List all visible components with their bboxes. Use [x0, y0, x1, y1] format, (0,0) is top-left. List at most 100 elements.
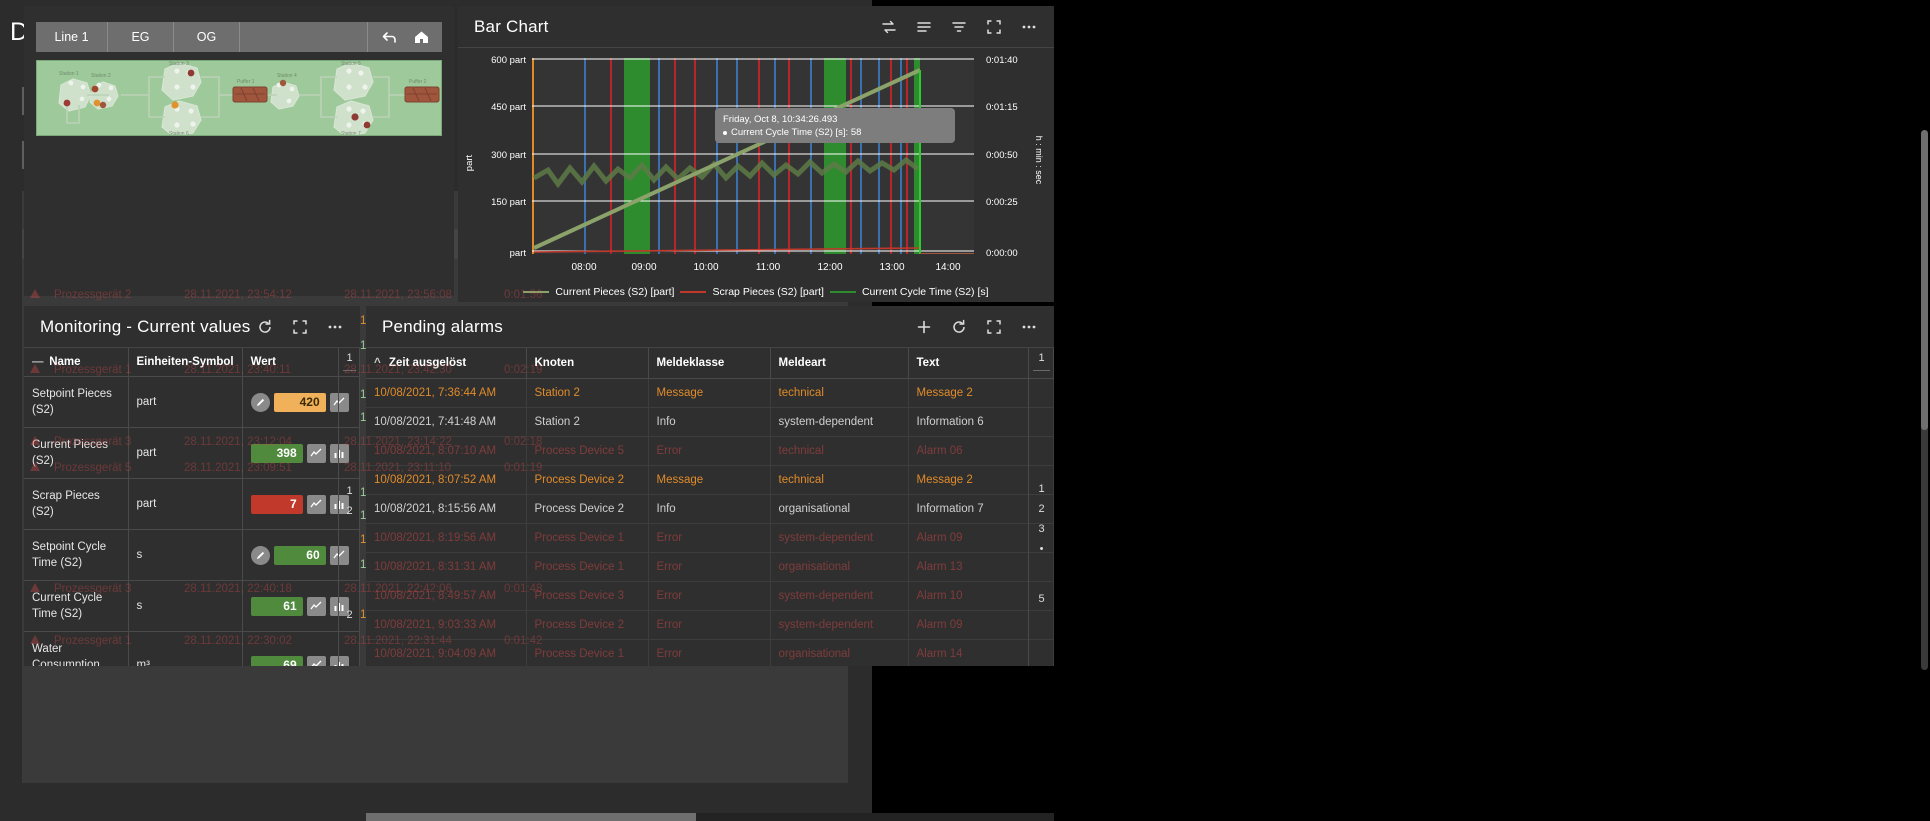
tooltip-series: Current Cycle Time (S2) [s]: 58 — [723, 126, 947, 139]
home-icon[interactable] — [412, 28, 430, 46]
svg-text:600 part: 600 part — [491, 55, 526, 66]
monitoring-body: Setpoint Pieces (S2) part 420 Current Piece… — [24, 376, 360, 666]
svg-text:0:01:15: 0:01:15 — [986, 102, 1018, 113]
plant-tab-og[interactable]: OG — [174, 22, 240, 52]
alarm-node: Process Device 2 — [526, 494, 649, 524]
svg-text:11:00: 11:00 — [756, 262, 781, 273]
alarms-header: Pending alarms — [366, 306, 1054, 348]
table-row[interactable]: Prozessgerät 1 28.11.2021, 22:30:02 28.11.… — [22, 628, 848, 654]
table-row[interactable]: Prozessgerät 3 28.11.2021, 23:12:04 28.11.… — [22, 429, 848, 455]
plant-tab-label: Line 1 — [54, 30, 89, 44]
fullscreen-icon[interactable] — [985, 18, 1003, 36]
svg-text:Puffer 1: Puffer 1 — [237, 79, 255, 85]
tooltip-series-dot — [723, 130, 727, 135]
svg-text:150 part: 150 part — [491, 197, 526, 208]
list-icon[interactable] — [915, 18, 933, 36]
archived-device: Prozessgerät 2 — [54, 289, 132, 301]
rail-number: 2 — [1038, 503, 1045, 515]
monitoring-value-pill: 60 — [273, 545, 326, 565]
archived-end: 28.11.2021, 22:42:06 — [344, 583, 452, 595]
table-row[interactable]: Setpoint Cycle Time (S2) s 60 — [24, 529, 360, 581]
svg-text:0:00:25: 0:00:25 — [986, 197, 1018, 208]
archived-duration: 0:01:48 — [504, 583, 543, 595]
alarms-rail: 1 1 2 3 • 5 — [1028, 348, 1054, 666]
archived-duration: 0:01:42 — [504, 635, 543, 647]
rail-number: 1 — [1038, 483, 1045, 495]
svg-text:Puffer 2: Puffer 2 — [409, 79, 427, 85]
plant-diagram[interactable]: Station 1 Station 2 Station 3 Station 6 St… — [36, 60, 442, 136]
plus-icon[interactable] — [915, 318, 933, 336]
archived-device: Prozessgerät 1 — [54, 364, 132, 376]
monitoring-header: Monitoring - Current values — [24, 306, 360, 348]
trend-line-icon[interactable] — [306, 494, 326, 514]
svg-text:h : min : sec: h : min : sec — [1034, 136, 1044, 185]
archived-device: Prozessgerät 5 — [54, 462, 132, 474]
alarm-class: Info — [648, 494, 771, 524]
archived-device: Prozessgerät 3 — [54, 583, 132, 595]
table-row[interactable]: Prozessgerät 2 28.11.2021, 23:54:12 28.11.… — [22, 282, 848, 308]
archived-extra — [598, 357, 848, 383]
edit-pencil-icon[interactable] — [250, 392, 270, 412]
edit-pencil-icon[interactable] — [250, 545, 270, 565]
table-row[interactable]: Prozessgerät 3 28.11.2021, 22:40:18 28.11.… — [22, 576, 848, 602]
plant-tabbar: Line 1 EG OG — [36, 22, 442, 52]
table-row[interactable]: 10/08/2021, 8:19:56 AM Process Device 1 Er… — [366, 523, 1054, 553]
swap-icon[interactable] — [880, 18, 898, 36]
archived-extra — [598, 576, 848, 602]
alarm-time: 10/08/2021, 8:19:56 AM — [366, 523, 527, 553]
rail-number: 2 — [346, 609, 353, 621]
svg-text:Station 7: Station 7 — [341, 131, 361, 136]
monitoring-title: Monitoring - Current values — [40, 316, 251, 336]
alarm-icon — [22, 429, 48, 455]
fullscreen-icon[interactable] — [985, 318, 1003, 336]
scrollbar-thumb[interactable] — [366, 813, 696, 821]
monitoring-row-unit: part — [128, 478, 243, 530]
plant-tab-line1[interactable]: Line 1 — [36, 22, 108, 52]
dashboard-root: Line 1 EG OG Station 1 Station 2 Station… — [0, 0, 1930, 821]
svg-text:450 part: 450 part — [491, 102, 526, 113]
svg-text:10:00: 10:00 — [693, 262, 718, 273]
svg-text:Station 2: Station 2 — [91, 73, 111, 79]
rail-number: 1 — [1038, 352, 1045, 364]
archived-table: ↕ ↕ ↕ ↕ iProzessgerät 428.11.2021, 23:58… — [22, 229, 848, 654]
more-icon[interactable] — [326, 318, 344, 336]
bar-chart-header: Bar Chart — [458, 6, 1054, 48]
table-row[interactable]: Setpoint Pieces (S2) part 420 — [24, 376, 360, 428]
monitoring-row-unit: part — [128, 376, 243, 428]
fullscreen-icon[interactable] — [291, 318, 309, 336]
alarm-icon — [22, 576, 48, 602]
svg-text:0:00:00: 0:00:00 — [986, 248, 1018, 259]
alarm-kind: organisational — [770, 494, 909, 524]
more-icon[interactable] — [1020, 18, 1038, 36]
refresh-icon[interactable] — [950, 318, 968, 336]
filter-icon[interactable] — [950, 18, 968, 36]
archived-end: 28.11.2021, 23:11:10 — [344, 462, 452, 474]
monitoring-row-name: Scrap Pieces (S2) — [24, 478, 129, 530]
table-row[interactable]: Prozessgerät 5 28.11.2021, 23:09:51 28.11.… — [22, 455, 848, 481]
scrollbar-thumb[interactable] — [1921, 130, 1928, 430]
svg-text:08:00: 08:00 — [571, 262, 596, 273]
plant-tab-eg[interactable]: EG — [108, 22, 174, 52]
monitoring-rail: 1 1 2 2 — [338, 348, 360, 666]
bar-chart-plot[interactable]: 600 part 450 part 300 part 150 part part… — [458, 48, 1054, 302]
trend-line-icon[interactable] — [306, 655, 326, 666]
more-icon[interactable] — [1020, 318, 1038, 336]
svg-text:Station 4: Station 4 — [277, 73, 297, 79]
table-row[interactable]: Prozessgerät 1 28.11.2021, 23:40:11 28.11.… — [22, 357, 848, 383]
table-row[interactable]: Scrap Pieces (S2) part 7 — [24, 478, 360, 530]
alarm-class: Error — [648, 523, 771, 553]
alarms-horizontal-scrollbar[interactable] — [366, 813, 1054, 821]
detail-vertical-scrollbar[interactable] — [1921, 130, 1928, 670]
refresh-icon[interactable] — [256, 318, 274, 336]
archived-device: Prozessgerät 3 — [54, 436, 132, 448]
legend-entry[interactable]: Current Cycle Time (S2) [s] — [829, 286, 989, 298]
archived-extra — [598, 282, 848, 308]
monitoring-row-unit: s — [128, 529, 243, 581]
svg-text:Station 1: Station 1 — [59, 71, 79, 77]
alarm-time: 10/08/2021, 8:15:56 AM — [366, 494, 527, 524]
monitoring-row-name: Setpoint Pieces (S2) — [24, 376, 129, 428]
svg-text:12:00: 12:00 — [817, 262, 842, 273]
back-arrow-icon[interactable] — [380, 28, 398, 46]
plant-tab-spacer — [240, 22, 368, 52]
table-row[interactable]: 10/08/2021, 8:15:56 AM Process Device 2 In… — [366, 494, 1054, 524]
